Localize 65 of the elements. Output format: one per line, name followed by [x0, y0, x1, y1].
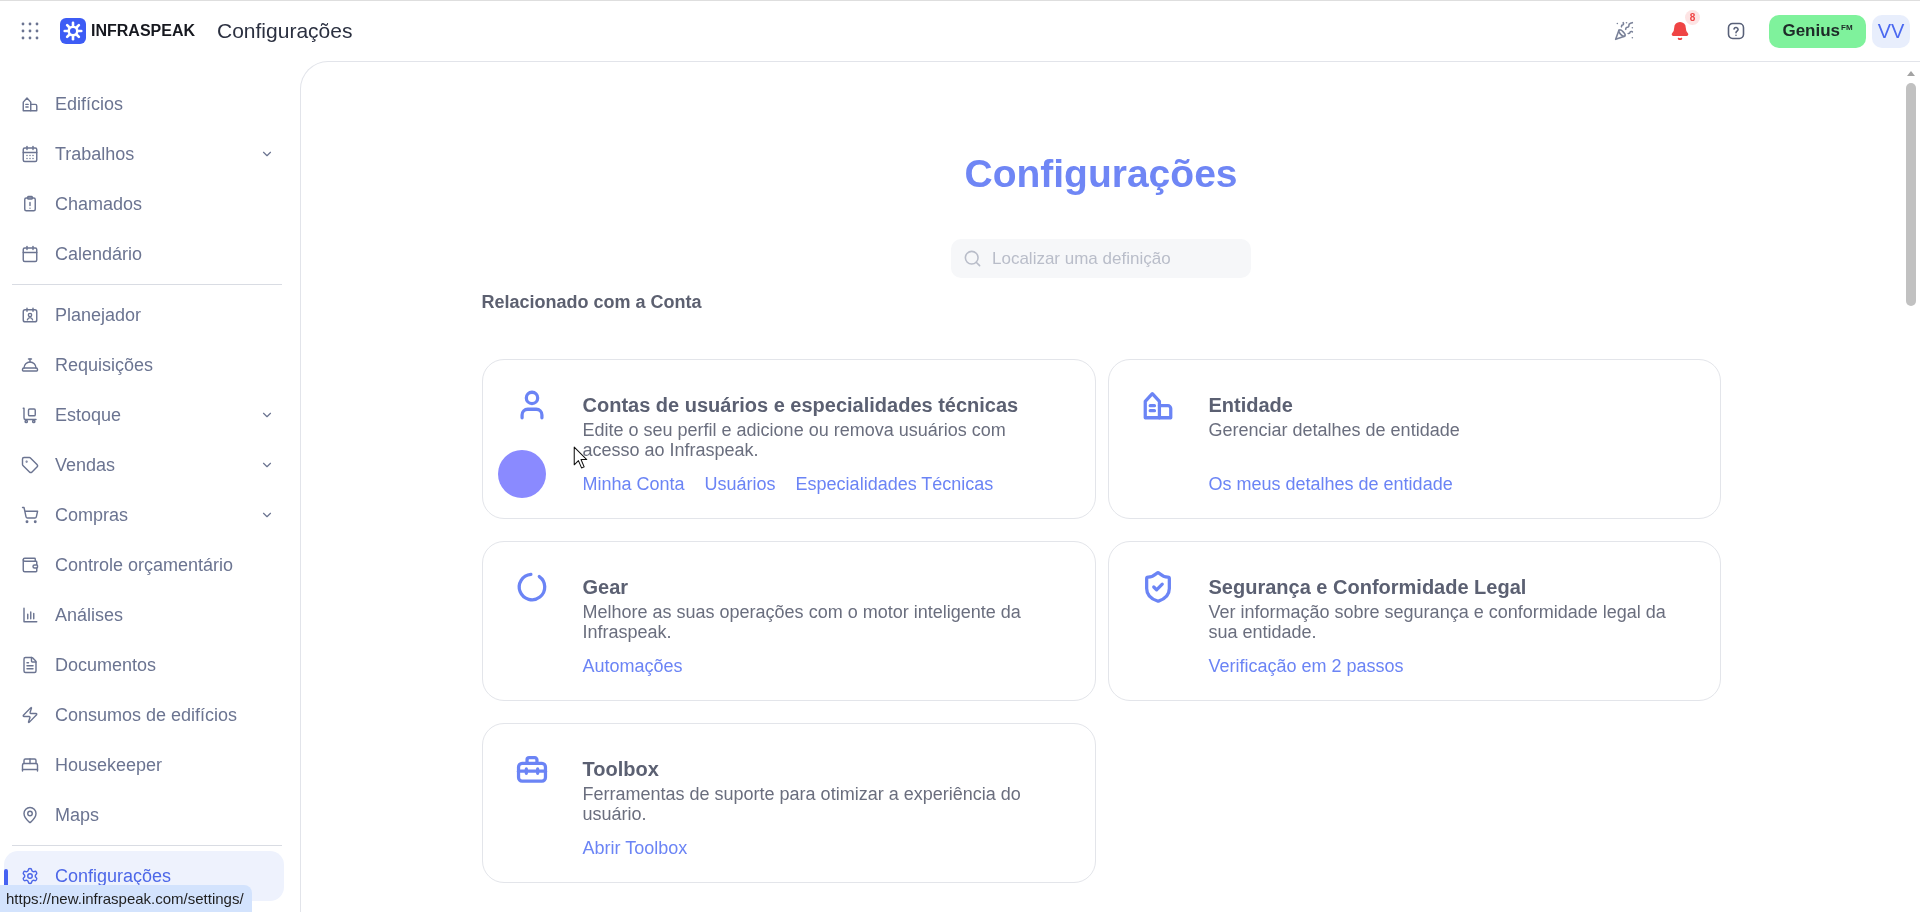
scrollbar-thumb[interactable]	[1905, 83, 1916, 306]
genius-button[interactable]: Genius$^{FM}$	[1769, 14, 1866, 48]
card-link[interactable]: Abrir Toolbox	[582, 837, 688, 859]
sidebar-item[interactable]: Documentos	[4, 640, 284, 690]
search-icon	[963, 249, 982, 268]
sidebar-item[interactable]: Estoque	[4, 390, 284, 440]
sidebar-item[interactable]: Calendário	[4, 229, 284, 279]
document-icon	[21, 656, 39, 674]
card-link[interactable]: Os meus detalhes de entidade	[1208, 473, 1453, 495]
hand-truck-icon	[21, 406, 39, 424]
card-title: Entidade	[1208, 393, 1294, 417]
sidebar-item[interactable]: Planejador	[4, 290, 284, 340]
sidebar-item[interactable]: Housekeeper	[4, 740, 284, 790]
calendar-person-icon	[21, 306, 39, 324]
card-title: Toolbox	[582, 757, 660, 781]
sidebar-item[interactable]: Controle orçamentário	[4, 540, 284, 590]
bar-chart-icon	[21, 606, 39, 624]
sidebar-item[interactable]: Requisições	[4, 340, 284, 390]
sidebar-item[interactable]: Edifícios	[4, 79, 284, 129]
notification-badge: 8	[1685, 10, 1700, 25]
clipboard-alert-icon	[21, 195, 39, 213]
calendar-grid-icon	[21, 145, 39, 163]
card-description: Ferramentas de suporte para otimizar a experiência do usuário.	[582, 784, 1022, 824]
bed-icon	[21, 756, 39, 774]
apps-grid-icon[interactable]	[21, 22, 39, 40]
sidebar-item[interactable]: Chamados	[4, 179, 284, 229]
card-description: Ver informação sobre segurança e conformidade legal da sua entidade.	[1208, 602, 1667, 642]
topbar-title: Configurações	[217, 18, 353, 44]
scroll-up-arrow-icon[interactable]	[1906, 71, 1915, 76]
service-bell-icon	[21, 356, 39, 374]
sidebar-item[interactable]: Compras	[4, 490, 284, 540]
sidebar-item[interactable]: Maps	[4, 790, 284, 840]
card-title: Gear	[582, 575, 630, 599]
bell-icon[interactable]	[1670, 21, 1690, 41]
logo-icon	[60, 18, 86, 44]
settings-icon	[21, 867, 39, 885]
calendar-icon	[21, 245, 39, 263]
help-icon[interactable]	[1726, 21, 1746, 41]
cart-icon	[21, 506, 39, 524]
card-link[interactable]: Automações	[582, 655, 683, 677]
sidebar-item[interactable]: Consumos de edifícios	[4, 690, 284, 740]
card-description: Gerenciar detalhes de entidade	[1208, 420, 1461, 440]
sidebar-item[interactable]: Trabalhos	[4, 129, 284, 179]
card-link[interactable]: Usuários	[704, 473, 776, 495]
card-description: Edite o seu perfil e adicione ou remova usuários com acesso ao Infraspeak.	[582, 420, 1007, 460]
building-icon	[21, 95, 39, 113]
wallet-icon	[21, 556, 39, 574]
card-description: Melhore as suas operações com o motor inteligente da Infraspeak.	[582, 602, 1022, 642]
card-title: Segurança e Conformidade Legal	[1208, 575, 1528, 599]
sidebar-item[interactable]: Análises	[4, 590, 284, 640]
tag-icon	[21, 456, 39, 474]
section-title: Relacionado com a Conta	[481, 291, 702, 314]
link-preview-tooltip: https://new.infraspeak.com/settings/	[0, 885, 252, 912]
page-title: Configurações	[964, 151, 1238, 197]
card-link[interactable]: Verificação em 2 passos	[1208, 655, 1404, 677]
search-field[interactable]: Localizar uma definição	[951, 239, 1251, 278]
card-link[interactable]: Especialidades Técnicas	[795, 473, 994, 495]
lightning-icon	[21, 706, 39, 724]
card-link[interactable]: Minha Conta	[582, 473, 685, 495]
sidebar-item[interactable]: Vendas	[4, 440, 284, 490]
map-pin-icon	[21, 806, 39, 824]
user-avatar[interactable]: VV	[1872, 14, 1910, 48]
card-title: Contas de usuários e especialidades técnicas	[582, 393, 1020, 417]
brand-name: INFRASPEAK	[91, 21, 195, 41]
confetti-icon[interactable]	[1614, 21, 1634, 41]
